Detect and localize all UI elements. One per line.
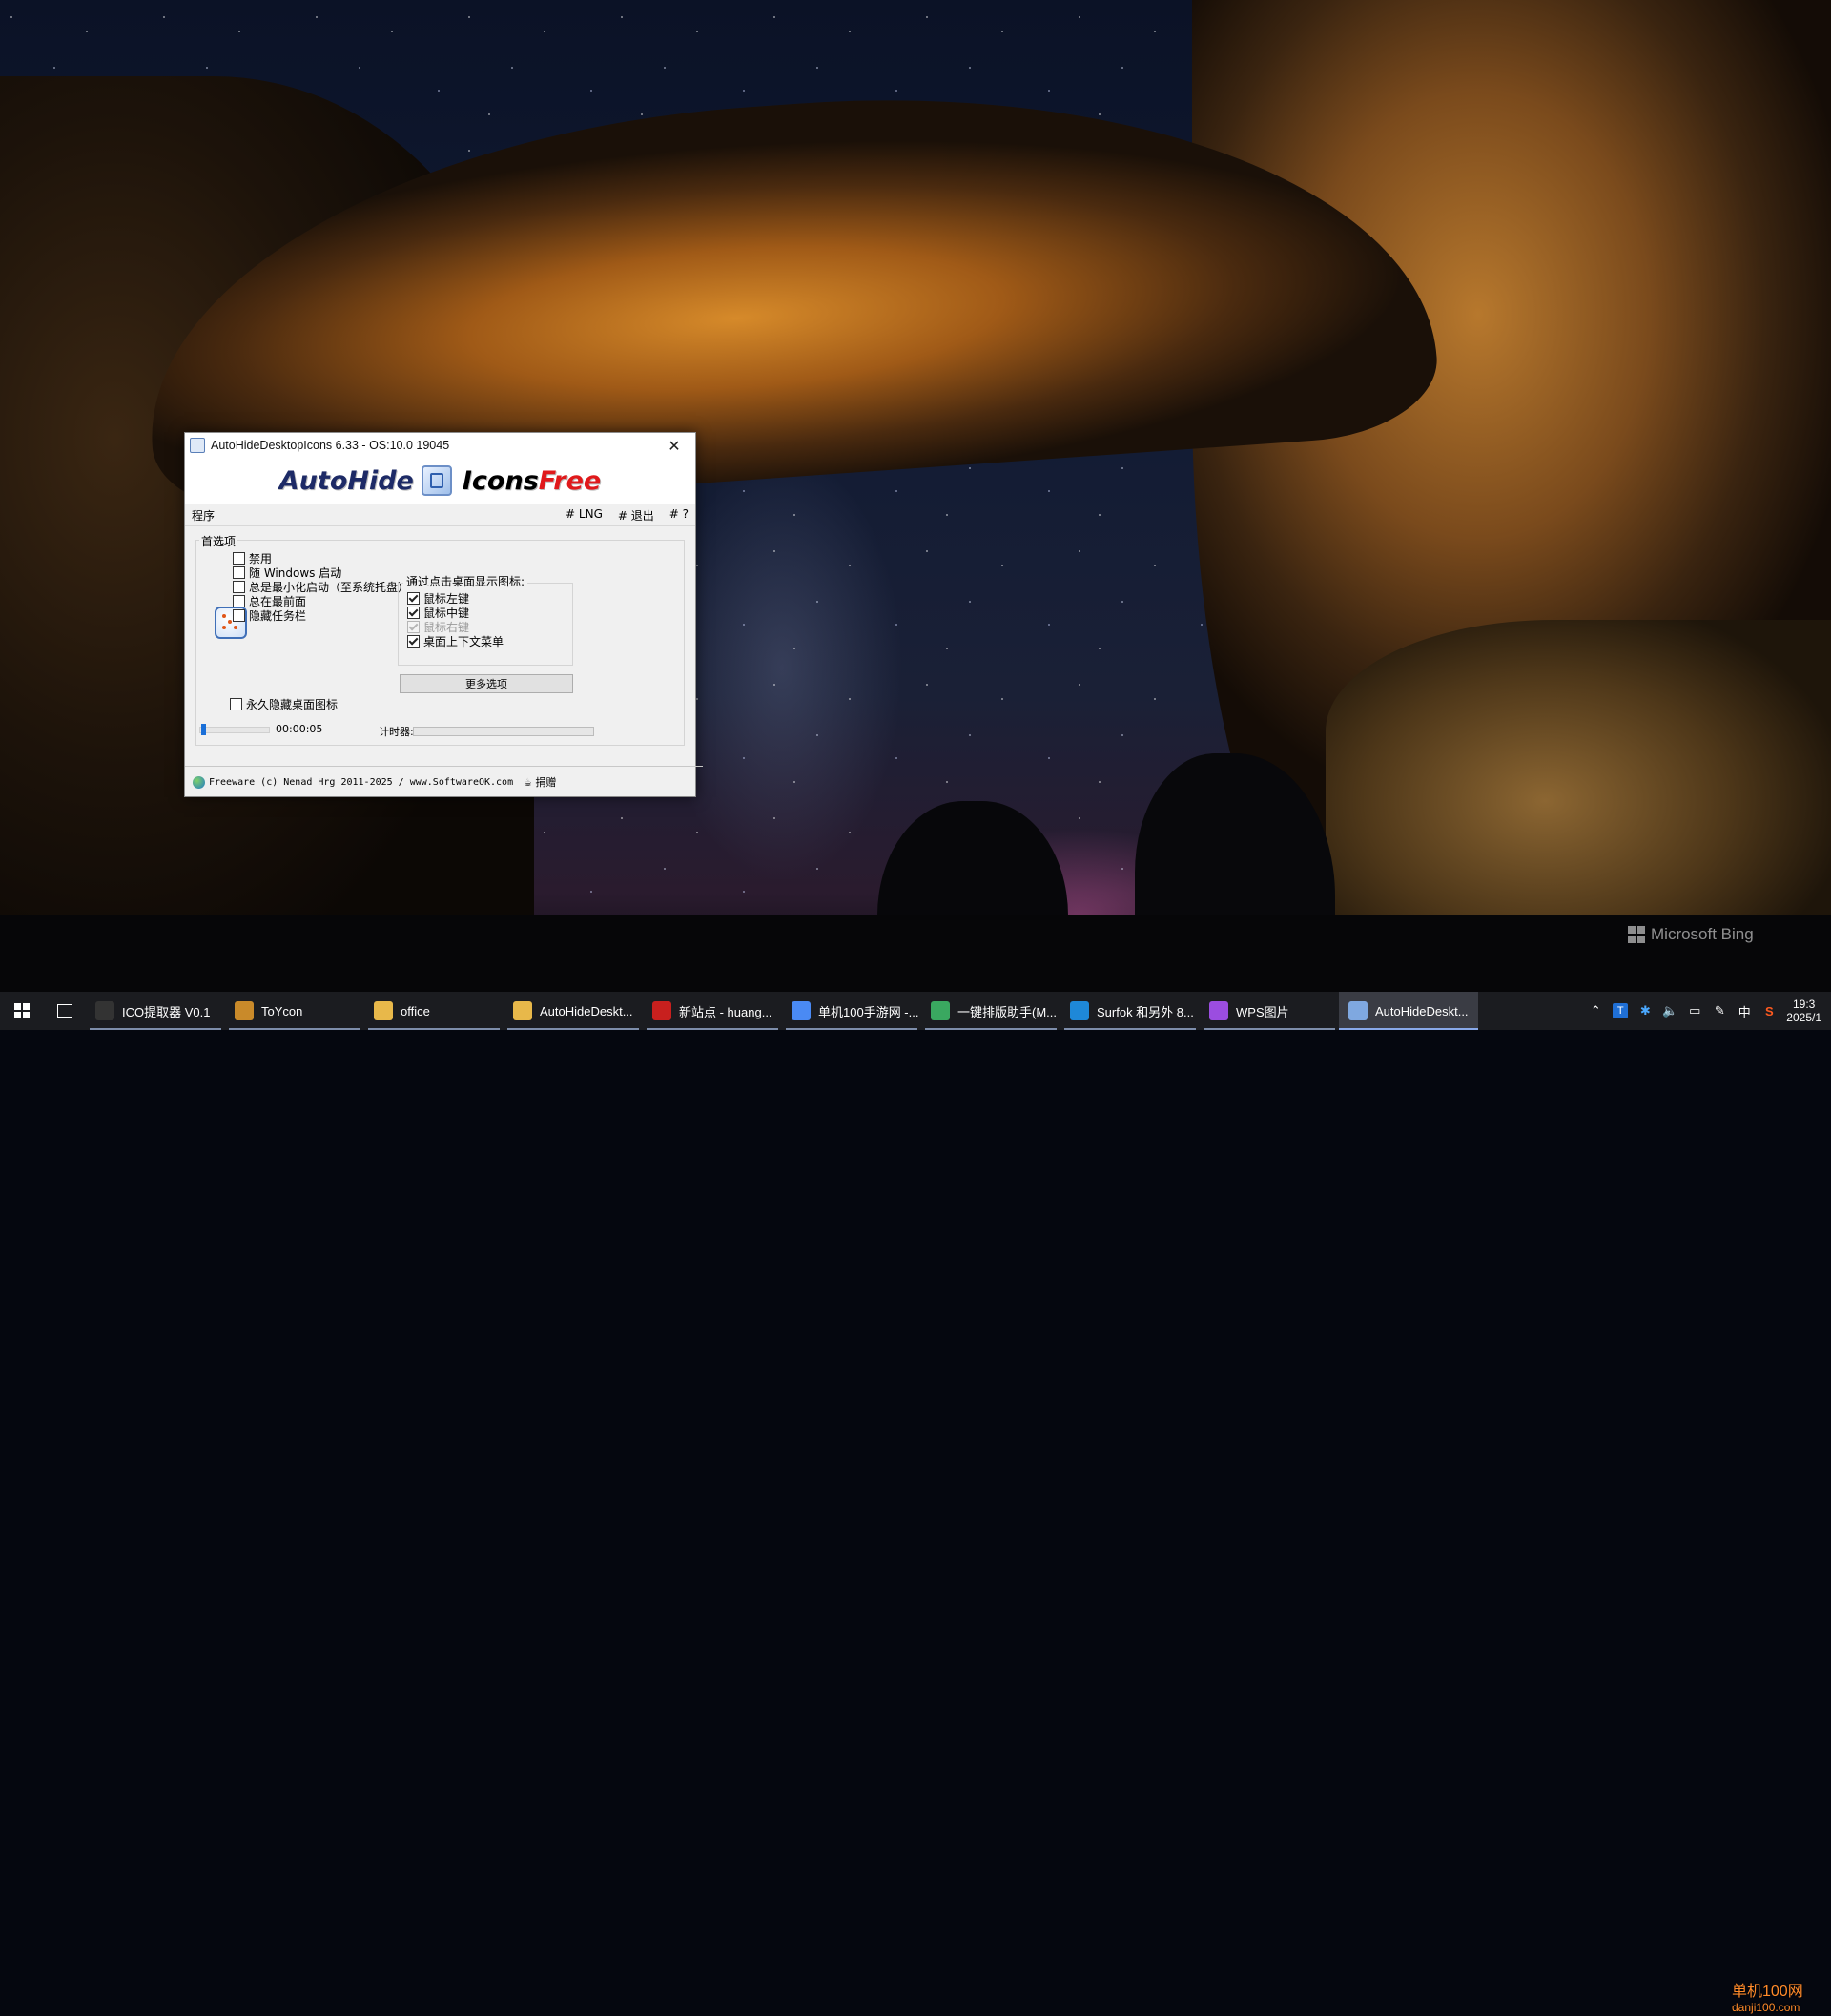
globe-icon[interactable] xyxy=(193,775,205,789)
taskbar-item-label: AutoHideDeskt... xyxy=(1375,1003,1469,1018)
edge-icon xyxy=(1070,1001,1089,1020)
taskbar-item[interactable]: 单机100手游网 -... xyxy=(782,992,921,1030)
checkbox-context-menu[interactable] xyxy=(407,635,420,648)
toycon-icon xyxy=(235,1001,254,1020)
title-bar[interactable]: AutoHideDesktopIcons 6.33 - OS:10.0 1904… xyxy=(185,433,695,458)
taskbar-item[interactable]: ICO提取器 V0.1 xyxy=(86,992,225,1030)
taskbar-item[interactable]: Surfok 和另外 8... xyxy=(1060,992,1200,1030)
taskbar-apps: ICO提取器 V0.1 ToYcon office AutoHideDeskt... 新… xyxy=(86,992,1478,1030)
windows-logo-icon xyxy=(1628,926,1645,943)
start-button[interactable] xyxy=(0,992,44,1030)
task-view-button[interactable] xyxy=(44,992,86,1030)
taskbar-item[interactable]: AutoHideDeskt... xyxy=(504,992,643,1030)
taskbar: ICO提取器 V0.1 ToYcon office AutoHideDeskt... 新… xyxy=(0,992,1831,2014)
app-banner: AutoHide Icons Free xyxy=(185,458,695,504)
checkbox-permanent-hide[interactable] xyxy=(230,698,242,710)
click-show-title: 通过点击桌面显示图标: xyxy=(403,573,528,589)
tray-app-icon[interactable]: T xyxy=(1613,1003,1629,1018)
app-icon xyxy=(190,438,205,453)
typeset-icon xyxy=(931,1001,950,1020)
app-window: AutoHideDesktopIcons 6.33 - OS:10.0 1904… xyxy=(184,432,703,797)
ico-extractor-icon xyxy=(95,1001,114,1020)
chevron-up-icon[interactable]: ⌃ xyxy=(1588,1003,1603,1018)
taskbar-item-label: 新站点 - huang... xyxy=(679,1004,772,1019)
sogou-icon[interactable]: S xyxy=(1761,1003,1777,1018)
bluetooth-icon[interactable]: ✱ xyxy=(1637,1003,1653,1018)
clock-time: 19:3 xyxy=(1792,998,1816,1011)
option-hide-taskbar[interactable]: 隐藏任务栏 xyxy=(233,607,306,624)
taskbar-item-label: AutoHideDeskt... xyxy=(540,1003,633,1018)
donate-link[interactable]: 捐赠 xyxy=(535,774,556,790)
taskbar-item[interactable]: AutoHideDeskt... xyxy=(1339,992,1478,1030)
banner-icons: Icons xyxy=(462,465,539,496)
wps-picture-icon xyxy=(1209,1001,1228,1020)
autohide-icon xyxy=(1348,1001,1368,1020)
menu-bar: 程序 # LNG # 退出 # ? xyxy=(185,504,695,526)
pen-icon[interactable]: ✎ xyxy=(1712,1003,1727,1018)
slider-thumb[interactable] xyxy=(201,724,207,735)
menu-help[interactable]: # ? xyxy=(669,507,689,524)
options-area: 首选项 禁用 随 Windows 启动 总是最小化启动（至系统托盘） 总在最前面… xyxy=(195,533,685,746)
chrome-icon xyxy=(792,1001,811,1020)
window-title: AutoHideDesktopIcons 6.33 - OS:10.0 1904… xyxy=(211,439,450,452)
taskbar-item[interactable]: ToYcon xyxy=(225,992,364,1030)
ime-indicator[interactable]: 中 xyxy=(1737,1003,1752,1019)
checkbox-middle-click[interactable] xyxy=(407,607,420,619)
checkbox-disable[interactable] xyxy=(233,552,245,565)
ground xyxy=(0,915,1831,992)
close-button[interactable]: ✕ xyxy=(653,433,695,458)
coffee-icon[interactable]: ☕ xyxy=(525,775,531,789)
option-context-menu[interactable]: 桌面上下文菜单 xyxy=(407,633,504,649)
volume-icon[interactable]: 🔈 xyxy=(1662,1003,1677,1018)
checkbox-hide-taskbar[interactable] xyxy=(233,609,245,622)
banner-logo-icon xyxy=(421,465,452,496)
checkbox-left-click[interactable] xyxy=(407,592,420,605)
windows-logo-icon xyxy=(14,1003,30,1018)
timer-value: 00:00:05 xyxy=(276,723,323,735)
clock[interactable]: 19:3 2025/1 xyxy=(1786,998,1821,1024)
option-permanent-hide[interactable]: 永久隐藏桌面图标 xyxy=(230,696,338,712)
footer-copyright[interactable]: Freeware (c) Nenad Hrg 2011-2025 / www.S… xyxy=(209,777,513,788)
filezilla-icon xyxy=(652,1001,671,1020)
taskbar-item-label: ToYcon xyxy=(261,1003,303,1018)
taskbar-item[interactable]: WPS图片 xyxy=(1200,992,1339,1030)
menu-program[interactable]: 程序 xyxy=(192,507,566,524)
checkbox-right-click xyxy=(407,621,420,633)
taskbar-item[interactable]: 一键排版助手(M... xyxy=(921,992,1060,1030)
timer-slider[interactable] xyxy=(199,724,270,735)
taskbar-item-label: Surfok 和另外 8... xyxy=(1097,1004,1194,1019)
taskbar-item[interactable]: 新站点 - huang... xyxy=(643,992,782,1030)
system-tray: ⌃ T ✱ 🔈 ▭ ✎ 中 S 19:3 2025/1 xyxy=(1588,992,1831,1030)
menu-language[interactable]: # LNG xyxy=(566,507,603,524)
banner-free: Free xyxy=(538,465,602,496)
folder-icon xyxy=(513,1001,532,1020)
clock-date: 2025/1 xyxy=(1786,1011,1821,1024)
checkbox-start-minimized[interactable] xyxy=(233,581,245,593)
preferences-label: 首选项 xyxy=(199,533,238,549)
network-icon[interactable]: ▭ xyxy=(1687,1003,1702,1018)
folder-icon xyxy=(374,1001,393,1020)
taskbar-item[interactable]: office xyxy=(364,992,504,1030)
timer-label: 计时器: xyxy=(379,726,414,738)
timer-progress-bar xyxy=(413,727,594,736)
banner-autohide: AutoHide xyxy=(278,465,414,496)
menu-exit[interactable]: # 退出 xyxy=(618,507,654,524)
taskbar-item-label: 一键排版助手(M... xyxy=(957,1004,1057,1019)
corner-watermark: 单机100网 danji100.com xyxy=(1732,1984,1803,2014)
taskbar-item-label: office xyxy=(401,1003,430,1018)
checkbox-start-with-windows[interactable] xyxy=(233,566,245,579)
footer: Freeware (c) Nenad Hrg 2011-2025 / www.S… xyxy=(185,766,703,797)
taskbar-item-label: WPS图片 xyxy=(1236,1004,1289,1019)
checkbox-always-on-top[interactable] xyxy=(233,595,245,607)
taskbar-item-label: ICO提取器 V0.1 xyxy=(122,1004,211,1019)
bing-watermark: Microsoft Bing xyxy=(1628,925,1754,944)
task-view-icon xyxy=(57,1004,72,1018)
taskbar-item-label: 单机100手游网 -... xyxy=(818,1004,919,1019)
more-options-button[interactable]: 更多选项 xyxy=(400,674,573,693)
